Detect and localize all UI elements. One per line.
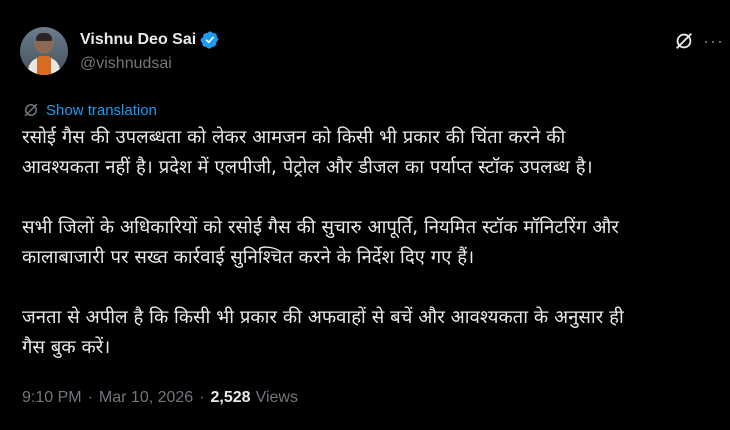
views-label: Views (255, 389, 298, 406)
author-display-name[interactable]: Vishnu Deo Sai (80, 31, 196, 49)
meta-separator: · (87, 389, 93, 406)
views-count: 2,528 (210, 389, 251, 406)
translate-icon (24, 103, 38, 117)
meta-separator: · (199, 389, 205, 406)
tweet-date[interactable]: Mar 10, 2026 (99, 389, 193, 407)
author-name-row: Vishnu Deo Sai (80, 30, 220, 50)
verified-badge-icon (200, 31, 219, 49)
author-handle[interactable]: @vishnudsai (80, 55, 172, 73)
tweet-meta: 9:10 PM · Mar 10, 2026 · 2,528 Views (22, 389, 298, 407)
avatar-hair (36, 33, 52, 41)
avatar[interactable] (20, 27, 68, 75)
more-icon[interactable]: ··· (703, 32, 725, 50)
avatar-scarf (37, 56, 51, 75)
tweet-time[interactable]: 9:10 PM (22, 389, 82, 407)
tweet-text: रसोई गैस की उपलब्धता को लेकर आमजन को किस… (22, 127, 624, 358)
grok-icon[interactable] (673, 30, 695, 52)
show-translation-label[interactable]: Show translation (46, 102, 157, 119)
show-translation-button[interactable]: Show translation (22, 101, 157, 119)
